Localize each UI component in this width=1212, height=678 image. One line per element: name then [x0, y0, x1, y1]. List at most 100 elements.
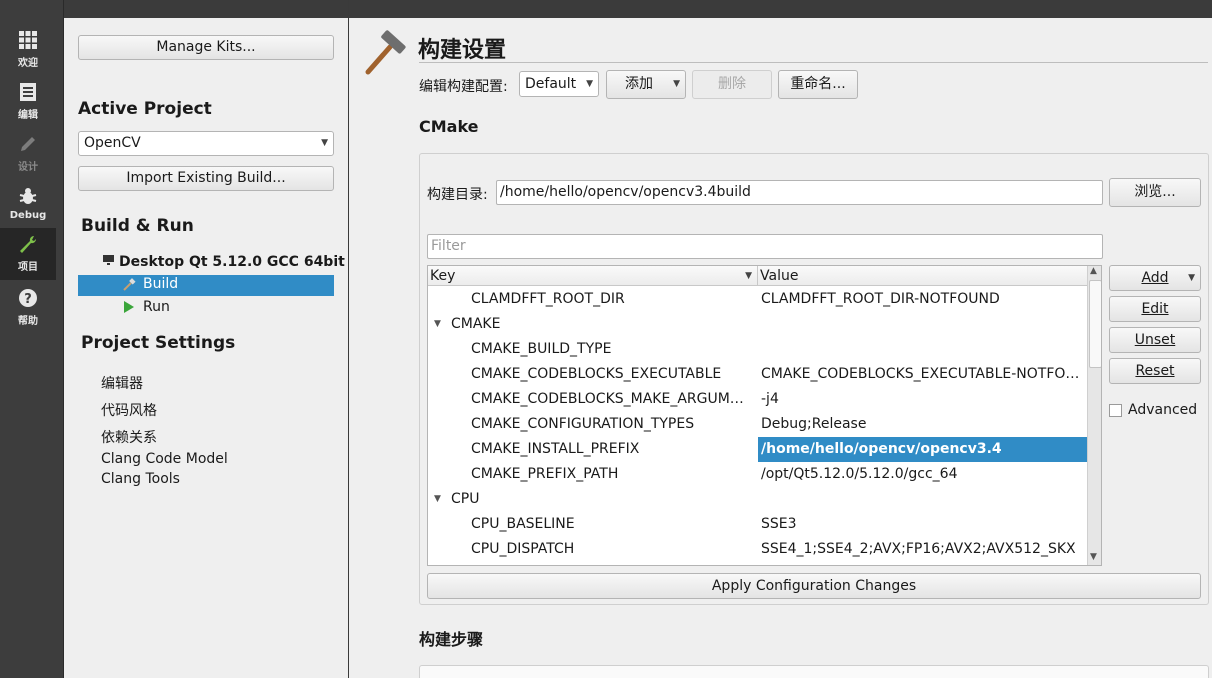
row-key: CMAKE_CODEBLOCKS_EXECUTABLE: [471, 366, 722, 382]
monitor-icon: [102, 254, 115, 270]
column-header-value[interactable]: Value: [758, 266, 1087, 286]
table-row[interactable]: CMAKE_PREFIX_PATH /opt/Qt5.12.0/5.12.0/g…: [428, 462, 1087, 487]
mode-projects[interactable]: 项目: [0, 228, 56, 280]
chevron-down-icon: ▼: [673, 79, 680, 89]
row-value[interactable]: SSE4_1;SSE4_2;AVX;FP16;AVX2;AVX512_SKX: [761, 537, 1083, 562]
column-header-key-label: Key: [430, 268, 456, 284]
play-icon: [123, 300, 135, 318]
build-steps-box: [419, 665, 1209, 678]
row-value[interactable]: Debug;Release: [761, 412, 1083, 437]
mode-edit[interactable]: 编辑: [0, 76, 56, 128]
table-row[interactable]: CPU_BASELINE SSE3: [428, 512, 1087, 537]
hammer-icon: [362, 30, 406, 80]
scrollbar-thumb[interactable]: [1089, 280, 1101, 368]
settings-clang-code-model[interactable]: Clang Code Model: [101, 451, 228, 467]
unset-entry-button[interactable]: Unset: [1109, 327, 1201, 353]
build-steps-heading: 构建步骤: [419, 630, 484, 649]
edit-entry-button[interactable]: Edit: [1109, 296, 1201, 322]
row-key: CPU_DISPATCH: [471, 541, 575, 557]
row-value[interactable]: -j4: [761, 387, 1083, 412]
mode-label: 项目: [18, 262, 38, 273]
apply-configuration-button[interactable]: Apply Configuration Changes: [427, 573, 1201, 599]
mode-help[interactable]: ? 帮助: [0, 282, 56, 334]
grid-icon: [0, 30, 56, 54]
mode-label: Debug: [9, 210, 47, 221]
mode-debug[interactable]: Debug: [0, 180, 56, 232]
vertical-scrollbar[interactable]: ▲ ▼: [1087, 266, 1101, 565]
table-row-group[interactable]: ▼ CPU: [428, 487, 1087, 512]
add-config-button[interactable]: 添加 ▼: [606, 70, 686, 99]
table-row-selected[interactable]: CMAKE_INSTALL_PREFIX /home/hello/opencv/…: [428, 437, 1087, 462]
project-side-panel: Manage Kits... Active Project OpenCV ▼ I…: [64, 0, 349, 678]
settings-editor[interactable]: 编辑器: [101, 373, 143, 393]
browse-button[interactable]: 浏览...: [1109, 178, 1201, 207]
cmake-heading: CMake: [419, 117, 479, 136]
table-row[interactable]: CMAKE_CODEBLOCKS_MAKE_ARGUM… -j4: [428, 387, 1087, 412]
row-key: CLAMDFFT_ROOT_DIR: [471, 291, 625, 307]
filter-input[interactable]: Filter: [427, 234, 1103, 259]
reset-entry-button[interactable]: Reset: [1109, 358, 1201, 384]
table-row[interactable]: CMAKE_CONFIGURATION_TYPES Debug;Release: [428, 412, 1087, 437]
build-dir-label: 构建目录:: [427, 187, 488, 203]
rename-config-button[interactable]: 重命名...: [778, 70, 858, 99]
build-item[interactable]: Build: [78, 275, 334, 296]
scroll-down-icon[interactable]: ▼: [1090, 552, 1097, 562]
column-header-key[interactable]: Key ▼: [428, 266, 758, 286]
table-row[interactable]: CMAKE_BUILD_TYPE: [428, 337, 1087, 362]
document-icon: [0, 82, 56, 106]
kit-item[interactable]: Desktop Qt 5.12.0 GCC 64bit: [102, 254, 345, 270]
hammer-small-icon: [122, 278, 136, 296]
project-select[interactable]: OpenCV ▼: [78, 131, 334, 156]
expand-arrow-icon[interactable]: ▼: [434, 487, 441, 512]
pencil-icon: [0, 134, 56, 158]
build-dir-input[interactable]: /home/hello/opencv/opencv3.4build: [496, 180, 1103, 205]
row-value: /home/hello/opencv/opencv3.4: [761, 441, 1002, 457]
row-value[interactable]: SSE3: [761, 512, 1083, 537]
row-value[interactable]: /opt/Qt5.12.0/5.12.0/gcc_64: [761, 462, 1083, 487]
advanced-checkbox[interactable]: [1109, 404, 1122, 417]
table-row[interactable]: CLAMDFFT_ROOT_DIR CLAMDFFT_ROOT_DIR-NOTF…: [428, 287, 1087, 312]
add-config-label: 添加: [625, 76, 653, 92]
row-key: CMAKE_INSTALL_PREFIX: [471, 441, 640, 457]
table-row[interactable]: CPU_DISPATCH SSE4_1;SSE4_2;AVX;FP16;AVX2…: [428, 537, 1087, 562]
advanced-label: Advanced: [1128, 402, 1198, 418]
row-key: CMAKE_BUILD_TYPE: [471, 341, 612, 357]
settings-dependencies[interactable]: 依赖关系: [101, 427, 157, 447]
svg-text:?: ?: [24, 292, 32, 307]
delete-config-button[interactable]: 删除: [692, 70, 772, 99]
cmake-config-tree[interactable]: Key ▼ Value CLAMDFFT_ROOT_DIR CLAMDFFT_R…: [427, 265, 1102, 566]
expand-arrow-icon[interactable]: ▼: [434, 312, 441, 337]
mode-bar: 欢迎 编辑 设计 Debug 项目 ? 帮助: [0, 0, 64, 678]
build-label: Build: [143, 276, 179, 292]
table-row-group[interactable]: ▼ CMAKE: [428, 312, 1087, 337]
config-select-value: Default: [525, 76, 577, 92]
row-key: CMAKE_CONFIGURATION_TYPES: [471, 416, 695, 432]
row-value[interactable]: CMAKE_CODEBLOCKS_EXECUTABLE-NOTFO…: [761, 362, 1083, 387]
config-select[interactable]: Default ▼: [519, 71, 599, 97]
active-project-heading: Active Project: [78, 99, 212, 119]
manage-kits-button[interactable]: Manage Kits...: [78, 35, 334, 60]
mode-label: 设计: [18, 162, 38, 173]
add-entry-label: Add: [1141, 270, 1169, 286]
sort-down-icon: ▼: [745, 271, 752, 281]
row-value[interactable]: CLAMDFFT_ROOT_DIR-NOTFOUND: [761, 287, 1083, 312]
row-value-selected[interactable]: /home/hello/opencv/opencv3.4: [758, 437, 1087, 462]
mode-label: 欢迎: [18, 58, 38, 69]
side-panel-toolbar: [64, 0, 348, 18]
scroll-up-icon[interactable]: ▲: [1090, 266, 1097, 276]
settings-clang-tools[interactable]: Clang Tools: [101, 471, 180, 487]
mode-design[interactable]: 设计: [0, 128, 56, 180]
row-key: CPU_BASELINE: [471, 516, 575, 532]
settings-code-style[interactable]: 代码风格: [101, 400, 157, 420]
chevron-down-icon: ▼: [1188, 273, 1195, 283]
table-row[interactable]: CMAKE_CODEBLOCKS_EXECUTABLE CMAKE_CODEBL…: [428, 362, 1087, 387]
column-header-value-label: Value: [760, 268, 799, 284]
title-divider: [419, 62, 1208, 63]
mode-label: 帮助: [18, 316, 38, 327]
run-item[interactable]: Run: [78, 297, 334, 318]
wrench-icon: [0, 234, 56, 258]
import-existing-build-button[interactable]: Import Existing Build...: [78, 166, 334, 191]
add-entry-button[interactable]: Add ▼: [1109, 265, 1201, 291]
mode-welcome[interactable]: 欢迎: [0, 24, 56, 76]
row-key: CMAKE_CODEBLOCKS_MAKE_ARGUM…: [471, 391, 744, 407]
